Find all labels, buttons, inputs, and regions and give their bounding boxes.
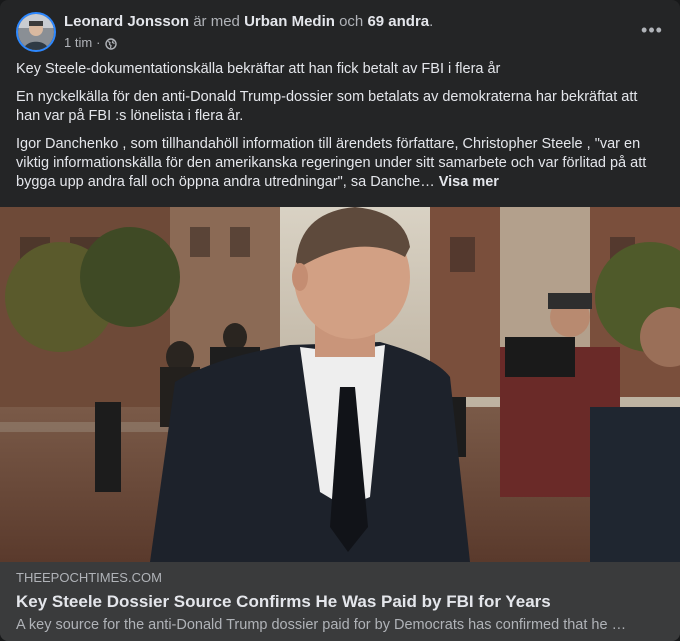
tagged-others[interactable]: 69 andra [367, 13, 429, 30]
author-avatar[interactable] [16, 12, 56, 52]
header-punctuation: . [429, 13, 434, 30]
tagged-person[interactable]: Urban Medin [244, 13, 335, 30]
post-text: Key Steele-dokumentationskälla bekräftar… [16, 60, 664, 201]
with-text: är med [193, 13, 240, 30]
meta-separator: · [96, 35, 101, 50]
author-name[interactable]: Leonard Jonsson [64, 13, 189, 30]
link-title[interactable]: Key Steele Dossier Source Confirms He Wa… [16, 591, 664, 613]
post-header: Leonard Jonsson är med Urban Medin och 6… [16, 12, 664, 56]
globe-icon[interactable] [104, 37, 117, 50]
post-paragraph-text: Igor Danchenko , som tillhandahöll infor… [16, 136, 647, 190]
link-preview-image[interactable] [0, 207, 680, 562]
link-domain: THEEPOCHTIMES.COM [16, 570, 162, 585]
post-paragraph-last: Igor Danchenko , som tillhandahöll infor… [16, 135, 664, 192]
facebook-post: Leonard Jonsson är med Urban Medin och 6… [0, 0, 680, 641]
post-paragraph: En nyckelkälla för den anti-Donald Trump… [16, 89, 638, 124]
post-paragraph: Key Steele-dokumentationskälla bekräftar… [16, 61, 501, 77]
and-text: och [339, 13, 364, 30]
post-meta: 1 tim · [64, 34, 117, 52]
avatar-image [18, 14, 54, 50]
see-more-link[interactable]: Visa mer [439, 174, 499, 190]
news-photo [0, 207, 680, 562]
more-options-button[interactable]: ••• [634, 16, 670, 44]
author-line: Leonard Jonsson är med Urban Medin och 6… [64, 12, 433, 32]
link-description: A key source for the anti-Donald Trump d… [16, 617, 627, 633]
link-preview-card[interactable]: THEEPOCHTIMES.COM Key Steele Dossier Sou… [0, 562, 680, 641]
post-timestamp[interactable]: 1 tim [64, 34, 92, 52]
more-horizontal-icon: ••• [641, 19, 663, 40]
